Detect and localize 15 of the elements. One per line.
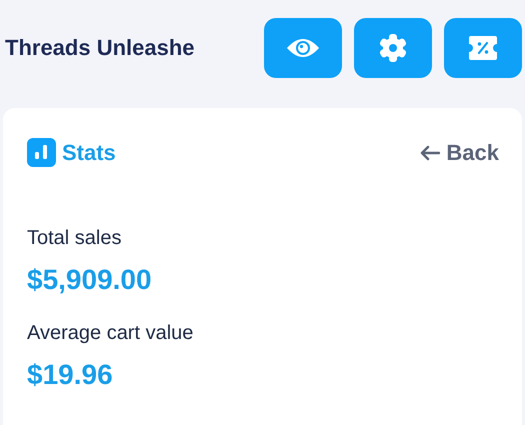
stat-label: Average cart value bbox=[27, 322, 194, 345]
bar-chart-icon bbox=[27, 138, 56, 167]
back-link[interactable]: Back bbox=[420, 140, 499, 166]
discount-button[interactable] bbox=[444, 18, 522, 78]
card-title: Stats bbox=[62, 140, 116, 166]
discount-ticket-icon bbox=[468, 35, 498, 61]
store-title: Threads Unleashe bbox=[4, 35, 196, 61]
stat-value: $19.96 bbox=[27, 359, 114, 391]
stat-value: $5,909.00 bbox=[27, 264, 153, 296]
settings-button[interactable] bbox=[354, 18, 432, 78]
arrow-left-icon bbox=[420, 144, 440, 160]
settings-icon bbox=[378, 33, 408, 63]
stat-label: Total sales bbox=[27, 227, 122, 250]
eye-icon bbox=[286, 36, 320, 60]
preview-button[interactable] bbox=[264, 18, 342, 78]
